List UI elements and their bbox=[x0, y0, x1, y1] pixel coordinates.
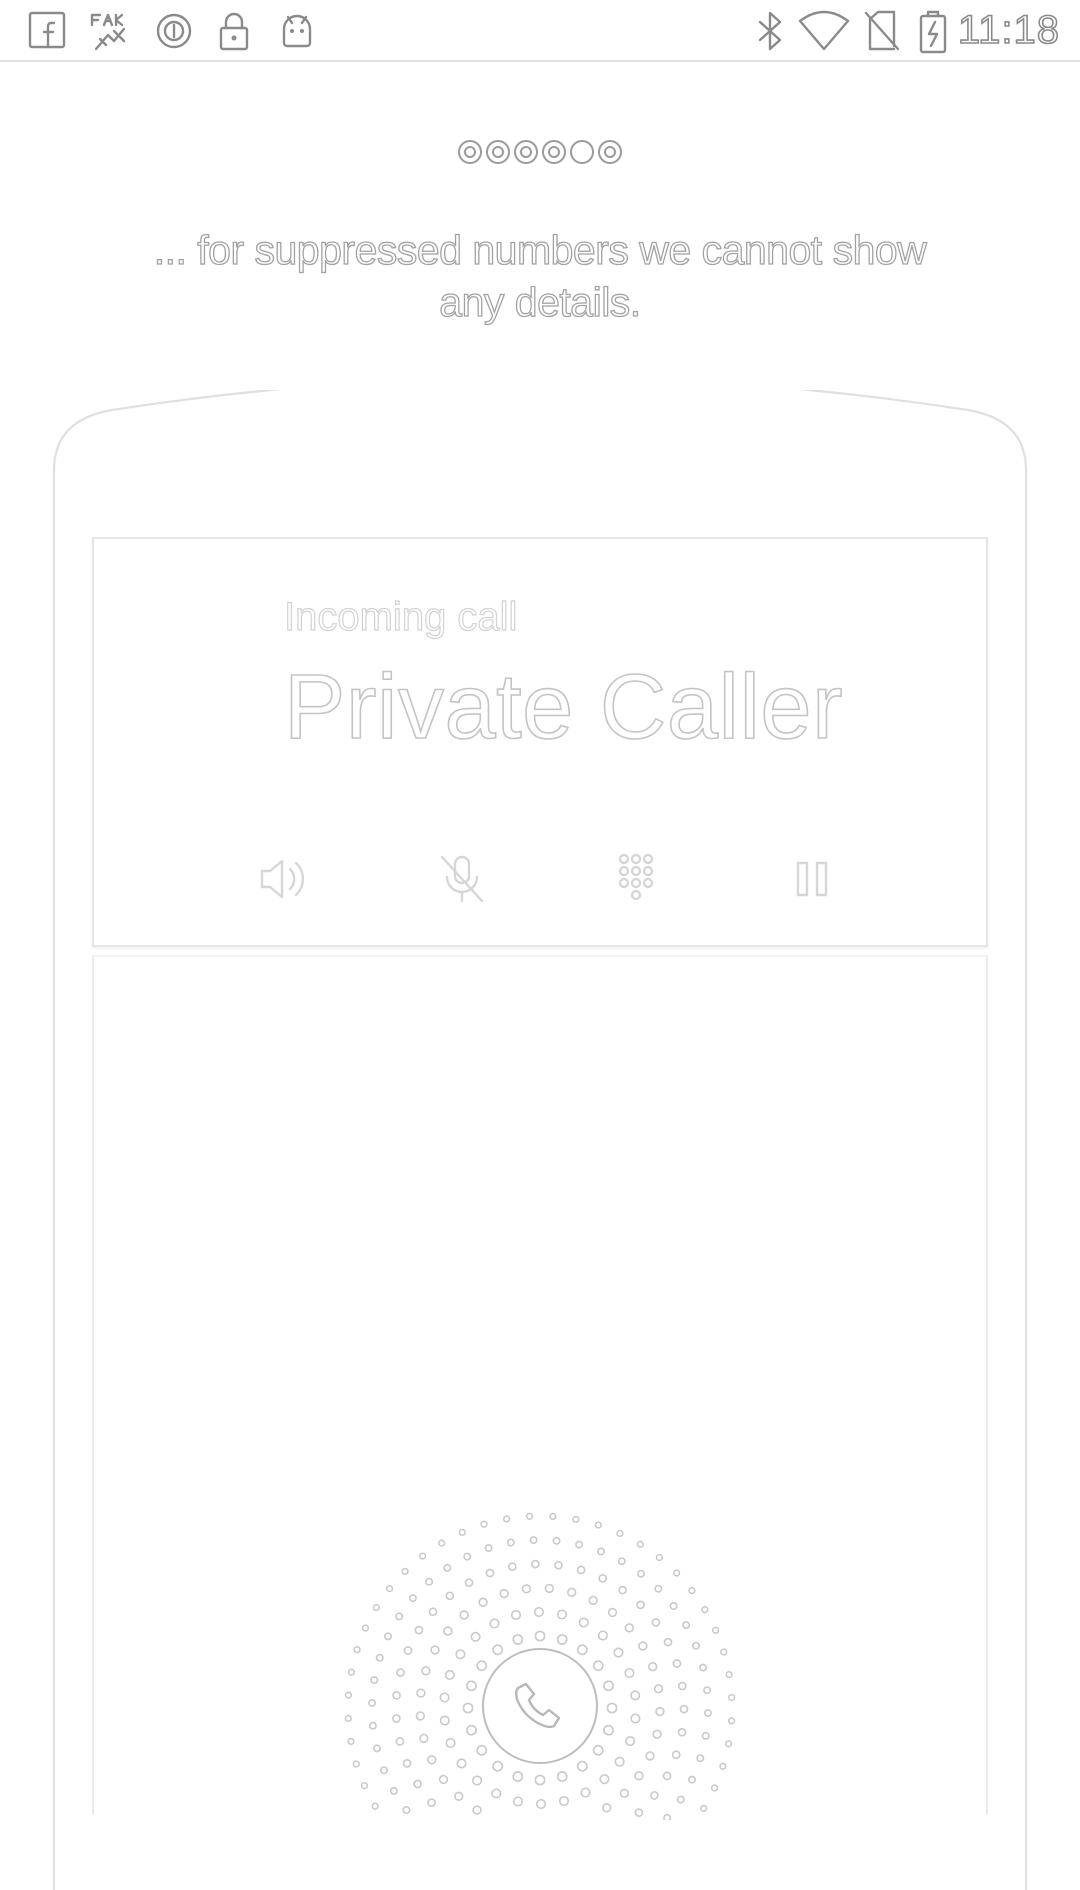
page-dot-active bbox=[570, 140, 594, 164]
speaker-icon[interactable] bbox=[252, 849, 312, 909]
onboarding-description: ... for suppressed numbers we cannot sho… bbox=[153, 226, 927, 325]
bluetooth-icon bbox=[752, 9, 788, 53]
no-sim-icon bbox=[862, 9, 902, 53]
clock: 11:18 bbox=[957, 8, 1060, 52]
hold-icon[interactable] bbox=[782, 849, 842, 909]
status-bar: 11:18 bbox=[0, 0, 1080, 62]
page-dot bbox=[486, 140, 510, 164]
lock-icon bbox=[214, 9, 254, 53]
page-dot bbox=[598, 140, 622, 164]
call-status: Incoming call bbox=[283, 594, 518, 639]
mute-microphone-icon[interactable] bbox=[432, 849, 492, 909]
caller-name: Private Caller bbox=[283, 656, 844, 758]
fake-gps-icon bbox=[86, 9, 134, 55]
answer-call-button[interactable] bbox=[482, 1648, 598, 1764]
page-dot bbox=[514, 140, 538, 164]
dialpad-icon[interactable] bbox=[606, 849, 666, 909]
android-robot-icon bbox=[276, 9, 318, 53]
battery-charging-icon bbox=[916, 9, 950, 55]
incoming-call-card: Incoming call Private Caller bbox=[92, 537, 988, 947]
page-indicator bbox=[0, 138, 1080, 168]
page-dot bbox=[458, 140, 482, 164]
page-dot bbox=[542, 140, 566, 164]
wifi-icon bbox=[796, 9, 852, 53]
facebook-icon bbox=[26, 9, 68, 51]
vpn-icon bbox=[152, 9, 196, 53]
phone-handset-icon bbox=[510, 1674, 570, 1739]
